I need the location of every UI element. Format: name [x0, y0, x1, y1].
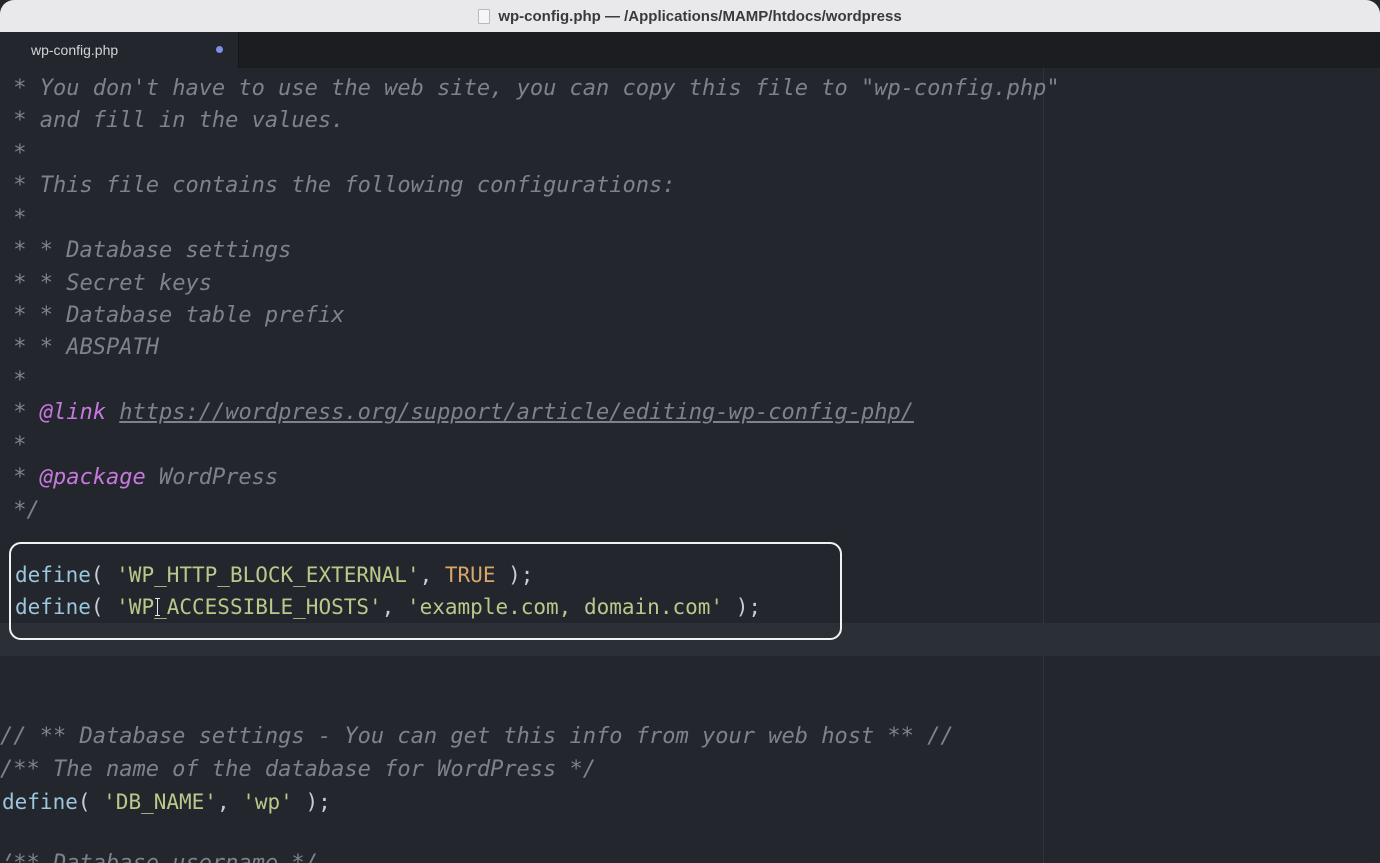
code-line-define-db-name: define( 'DB_NAME', 'wp' );: [2, 790, 331, 814]
code-line-comment: // ** Database settings - You can get th…: [0, 724, 954, 749]
code-line-comment: /** Database username */: [0, 848, 318, 863]
code-line: *: [0, 206, 27, 231]
doc-tag: @package: [39, 465, 146, 490]
code-editor[interactable]: * You don't have to use the web site, yo…: [0, 68, 1380, 863]
doc-tag: @link: [39, 400, 106, 425]
code-line: *: [0, 368, 27, 393]
code-line: * @link https://wordpress.org/support/ar…: [0, 400, 914, 425]
highlight-box: [9, 542, 842, 640]
code-line: *: [0, 141, 27, 166]
code-line: * * ABSPATH: [0, 335, 159, 360]
modified-dot-icon[interactable]: [216, 46, 223, 53]
code-line-comment: /** The name of the database for WordPre…: [0, 757, 597, 782]
code-line: * * Secret keys: [0, 271, 212, 296]
wrap-guide: [1043, 68, 1044, 863]
document-icon: [478, 8, 491, 24]
code-line: * @package WordPress: [0, 465, 279, 490]
tab-wp-config[interactable]: wp-config.php: [0, 32, 239, 68]
code-line: */: [0, 498, 40, 523]
code-line: * * Database settings: [0, 238, 292, 263]
code-line: * This file contains the following confi…: [0, 173, 676, 198]
doc-link[interactable]: https://wordpress.org/support/article/ed…: [119, 400, 914, 425]
code-line: * and fill in the values.: [0, 108, 345, 133]
window-title: wp-config.php — /Applications/MAMP/htdoc…: [498, 7, 902, 25]
text-cursor-icon: [155, 598, 161, 616]
code-line: * You don't have to use the web site, yo…: [0, 76, 1060, 101]
editor-window: wp-config.php — /Applications/MAMP/htdoc…: [0, 0, 1380, 863]
tab-bar: wp-config.php: [0, 32, 1380, 68]
title-bar: wp-config.php — /Applications/MAMP/htdoc…: [0, 0, 1380, 32]
code-line: * * Database table prefix: [0, 303, 345, 328]
code-line: *: [0, 433, 27, 458]
tab-label: wp-config.php: [31, 42, 119, 58]
